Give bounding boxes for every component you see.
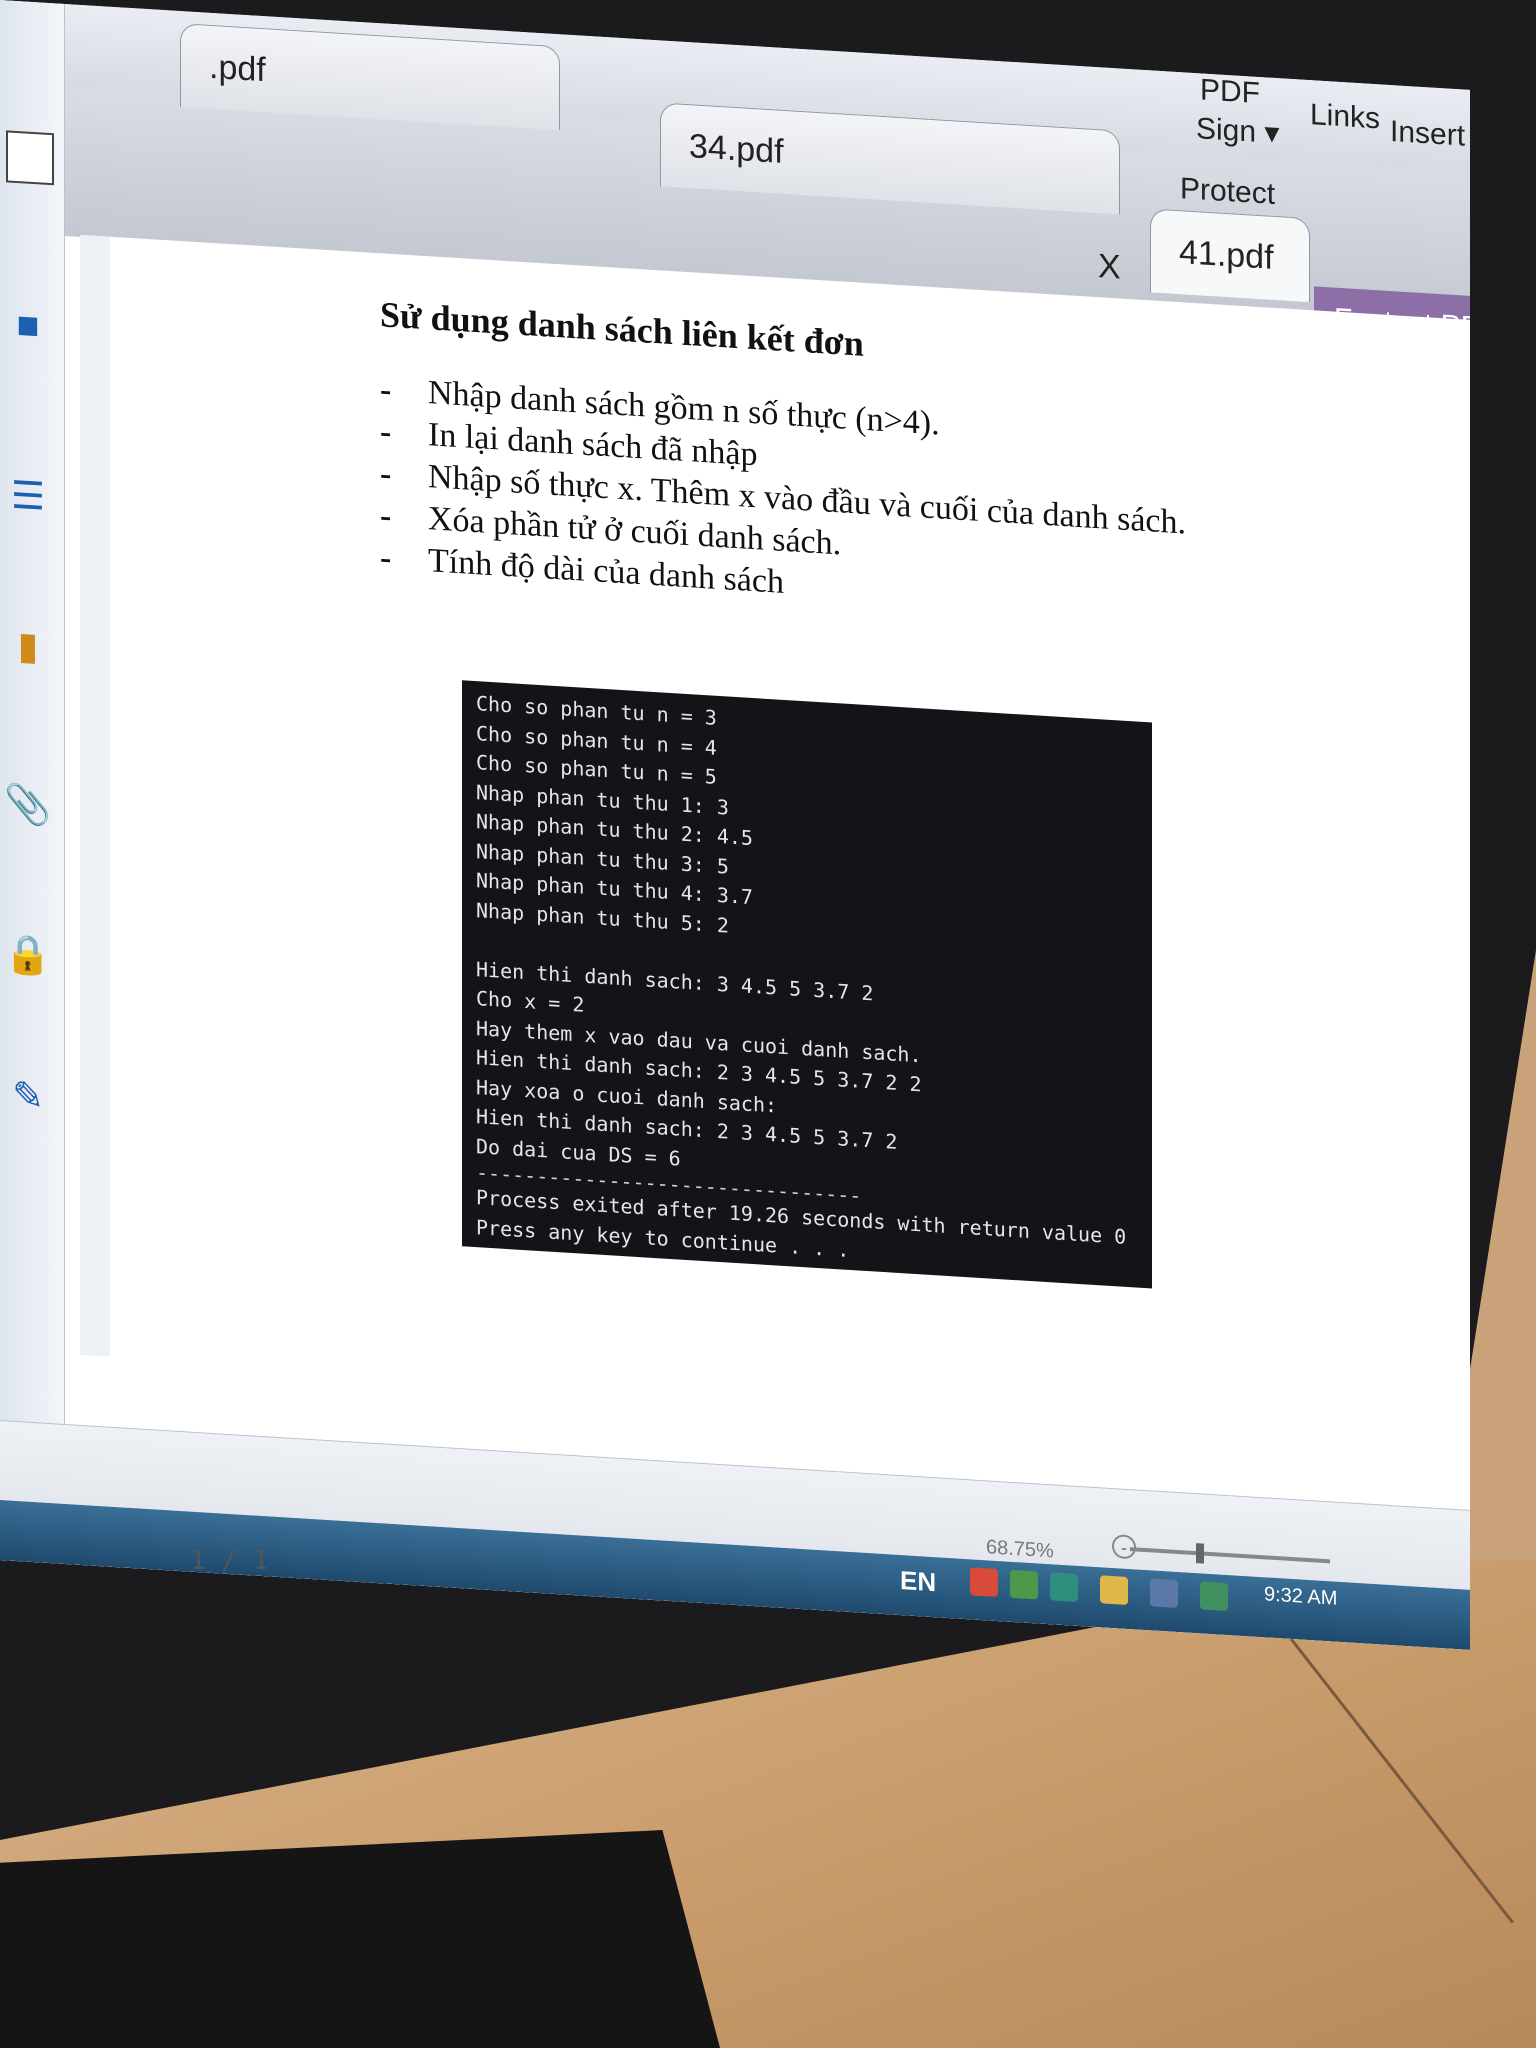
language-indicator[interactable]: EN — [900, 1565, 936, 1598]
monitor-screen: PDF Sign ▾ Links Insert Protect .pdf 34.… — [0, 0, 1470, 1650]
navigation-pane: ■ ☰ ▮ 📎 🔒 ✎ — [0, 0, 65, 1564]
shield-tray-icon[interactable] — [1200, 1581, 1228, 1612]
app-tray-icon[interactable] — [1010, 1569, 1038, 1600]
comments-icon[interactable]: ▮ — [6, 620, 50, 671]
tab-41-pdf-active[interactable]: 41.pdf — [1150, 208, 1310, 303]
layers-icon[interactable]: ☰ — [6, 470, 50, 521]
page-number-indicator: 1 / 1 — [190, 1546, 269, 1576]
document-content: Sử dụng danh sách liên kết đơn Nhập danh… — [380, 293, 1280, 634]
protect-button[interactable]: Protect — [1180, 172, 1275, 212]
zoom-level: 68.75% — [986, 1536, 1054, 1563]
sign-button[interactable]: Sign ▾ — [1196, 111, 1279, 151]
page-thumbnail-icon[interactable] — [6, 130, 54, 186]
tab-label: 34.pdf — [689, 127, 784, 171]
lock-icon[interactable]: 🔒 — [4, 930, 51, 981]
monitor-stand — [0, 1830, 720, 2048]
console-output-screenshot: Cho so phan tu n = 3 Cho so phan tu n = … — [462, 680, 1152, 1289]
tab-label: .pdf — [209, 47, 266, 90]
links-button[interactable]: Links — [1310, 98, 1380, 136]
taskbar-clock[interactable]: 9:32 AM — [1264, 1583, 1337, 1610]
insert-button[interactable]: Insert — [1390, 115, 1465, 154]
network-tray-icon[interactable] — [1050, 1572, 1078, 1602]
bookmark-icon[interactable]: ■ — [6, 300, 50, 351]
flag-tray-icon[interactable] — [970, 1567, 998, 1598]
pdf-menu-label: PDF — [1200, 73, 1260, 111]
display-tray-icon[interactable] — [1150, 1578, 1178, 1609]
attachment-icon[interactable]: 📎 — [4, 780, 51, 831]
signature-icon[interactable]: ✎ — [6, 1070, 50, 1121]
volume-tray-icon[interactable] — [1100, 1575, 1128, 1605]
zoom-slider-thumb[interactable] — [1196, 1543, 1204, 1564]
tab-label: 41.pdf — [1179, 233, 1274, 277]
close-tab-icon[interactable]: X — [1098, 247, 1121, 287]
